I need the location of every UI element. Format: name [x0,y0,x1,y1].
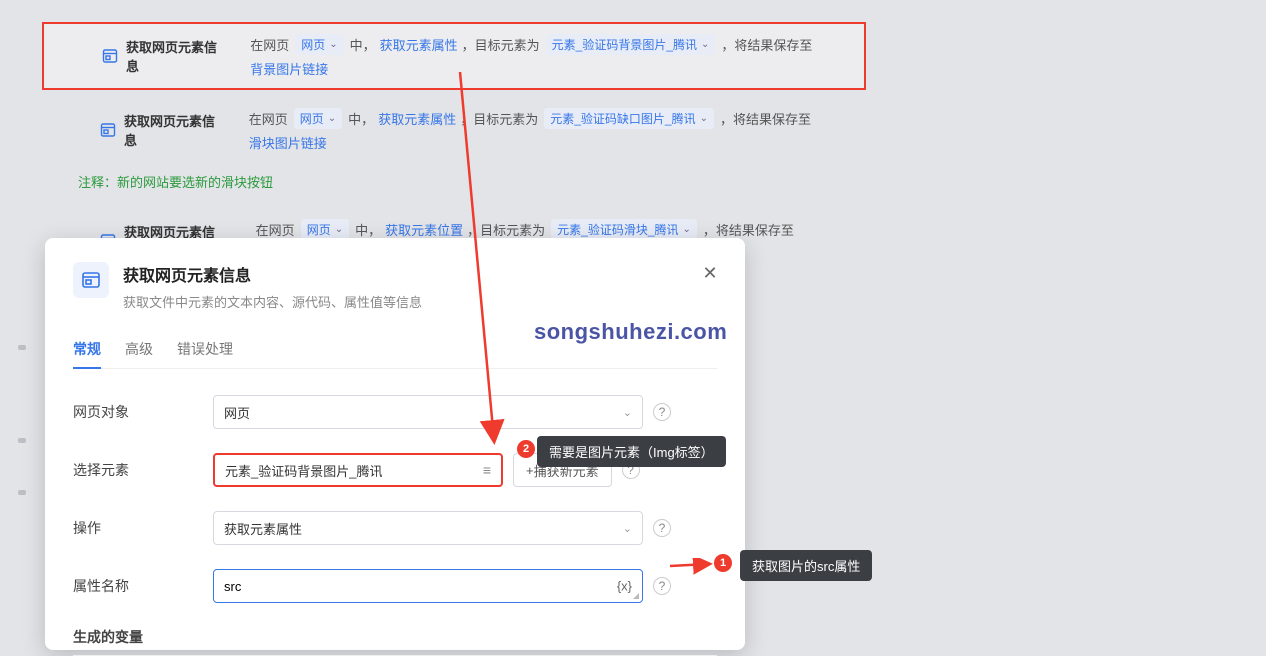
step-title: 获取网页元素信息 [124,111,221,149]
select-element[interactable]: 元素_验证码背景图片_腾讯 ≡ [213,453,503,487]
annotation-num-2: 2 [517,440,535,458]
label-operation: 操作 [73,518,213,538]
chevron-down-icon: ⌄ [623,406,632,419]
dialog-title: 获取网页元素信息 [123,262,422,286]
select-operation[interactable]: 获取元素属性 ⌄ [213,511,643,545]
dialog-subtitle: 获取文件中元素的文本内容、源代码、属性值等信息 [123,292,422,311]
annotation-tip-element: 需要是图片元素（Img标签） [537,436,726,467]
step-row-2[interactable]: 获取网页元素信息 在网页 网页⌄ 中， 获取元素属性 ，目标元素为 元素_验证码… [42,98,866,162]
step-row-1[interactable]: 获取网页元素信息 在网页 网页⌄ 中， 获取元素属性 ，目标元素为 元素_验证码… [42,22,866,90]
chip-page[interactable]: 网页⌄ [295,34,343,55]
label-generated-variable: 生成的变量 [73,627,717,647]
input-attr-name[interactable]: {x} [213,569,643,603]
close-icon[interactable]: ✕ [701,264,719,282]
action-link[interactable]: 获取元素位置 [385,220,463,239]
help-icon[interactable]: ? [653,403,671,421]
web-element-icon [102,48,118,64]
label-attr-name: 属性名称 [73,576,213,596]
tab-normal[interactable]: 常规 [73,331,101,369]
annotation-tip-attr: 获取图片的src属性 [740,550,872,581]
chip-page[interactable]: 网页⌄ [301,219,349,240]
step-description: 在网页 网页⌄ 中， 获取元素属性 ，目标元素为 元素_验证码缺口图片_腾讯⌄ … [249,108,848,152]
chip-element[interactable]: 元素_验证码滑块_腾讯⌄ [551,219,697,240]
web-element-icon [100,122,116,138]
select-page-object[interactable]: 网页 ⌄ [213,395,643,429]
dialog-app-icon [73,262,109,298]
help-icon[interactable]: ? [653,519,671,537]
label-select-element: 选择元素 [73,460,213,480]
tab-advanced[interactable]: 高级 [125,331,153,369]
resize-handle-icon[interactable] [630,590,640,600]
watermark: songshuhezi.com [534,319,727,345]
comment: 注释：新的网站要选新的滑块按钮 [0,162,1266,201]
chip-page[interactable]: 网页⌄ [294,108,342,129]
result-link[interactable]: 背景图片链接 [250,59,328,78]
tab-error[interactable]: 错误处理 [177,331,233,369]
step-description: 在网页 网页⌄ 中， 获取元素属性 ，目标元素为 元素_验证码背景图片_腾讯⌄ … [250,34,846,78]
chip-element[interactable]: 元素_验证码缺口图片_腾讯⌄ [544,108,714,129]
action-link[interactable]: 获取元素属性 [378,109,456,128]
action-link[interactable]: 获取元素属性 [380,35,458,54]
chip-element[interactable]: 元素_验证码背景图片_腾讯⌄ [546,34,716,55]
chevron-down-icon: ⌄ [623,522,632,535]
layers-icon: ≡ [483,462,491,478]
attr-name-field[interactable] [224,579,632,594]
result-link[interactable]: 滑块图片链接 [249,133,327,152]
label-page-object: 网页对象 [73,402,213,422]
step-title: 获取网页元素信息 [126,37,222,75]
